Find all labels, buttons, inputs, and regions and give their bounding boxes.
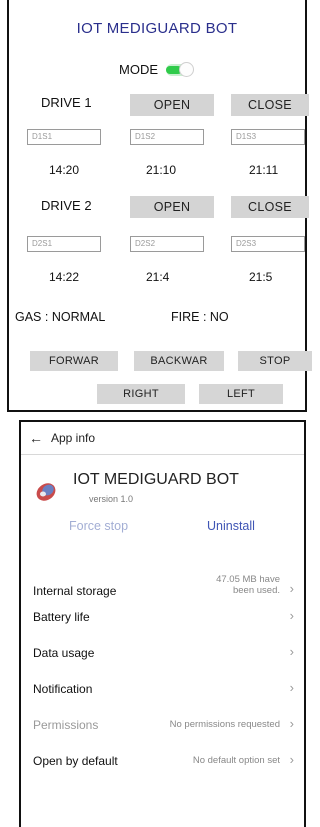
setting-row-notification[interactable]: Notification ›: [21, 676, 304, 702]
chevron-right-icon: ›: [289, 581, 294, 596]
d2s2-time: 21:4: [146, 270, 170, 284]
setting-row-open-by-default[interactable]: Open by default No default option set ›: [21, 748, 304, 774]
app-name: IOT MEDIGUARD BOT: [73, 471, 239, 488]
setting-row-data-usage[interactable]: Data usage ›: [21, 640, 304, 666]
right-button[interactable]: RIGHT: [97, 384, 185, 404]
app-info-title: App info: [51, 431, 96, 445]
fire-status: FIRE : NO: [171, 310, 229, 324]
app-title: IOT MEDIGUARD BOT: [76, 20, 238, 37]
mode-toggle[interactable]: [166, 61, 194, 77]
d1s2-time: 21:10: [146, 163, 177, 177]
chevron-right-icon: ›: [289, 716, 294, 731]
gas-status: GAS : NORMAL: [15, 310, 106, 324]
setting-label: Permissions: [33, 718, 99, 732]
left-button[interactable]: LEFT: [199, 384, 283, 404]
app-info-header: ← App info: [21, 422, 304, 455]
stop-button[interactable]: STOP: [238, 351, 312, 371]
backward-button[interactable]: BACKWAR: [134, 351, 224, 371]
drive1-close-button[interactable]: CLOSE: [231, 94, 309, 116]
setting-label: Battery life: [33, 610, 90, 624]
toggle-knob: [179, 61, 194, 77]
d1s3-time: 21:11: [249, 163, 279, 177]
d1s3-input[interactable]: D1S3: [231, 129, 305, 145]
app-info-screen: ← App info IOT MEDIGUARD BOT version 1.0…: [19, 420, 306, 827]
iot-control-panel: IOT MEDIGUARD BOT MODE DRIVE 1 OPEN CLOS…: [7, 0, 312, 412]
setting-row-battery-life[interactable]: Battery life ›: [21, 604, 304, 630]
setting-label: Data usage: [33, 646, 95, 660]
app-version: version 1.0: [89, 494, 134, 504]
setting-row-permissions[interactable]: Permissions No permissions requested ›: [21, 712, 304, 738]
mode-label: MODE: [119, 62, 158, 77]
app-icon: [36, 483, 56, 501]
setting-value: No default option set: [192, 755, 280, 766]
drive2-close-button[interactable]: CLOSE: [231, 196, 309, 218]
d2s2-input[interactable]: D2S2: [130, 236, 204, 252]
chevron-right-icon: ›: [289, 608, 294, 623]
d1s1-time: 14:20: [49, 163, 80, 177]
drive2-label: DRIVE 2: [41, 198, 92, 213]
drive1-open-button[interactable]: OPEN: [130, 94, 214, 116]
setting-row-internal-storage[interactable]: Internal storage 47.05 MB have been used…: [21, 572, 304, 598]
d2s3-time: 21:5: [249, 270, 273, 284]
d2s3-input[interactable]: D2S3: [231, 236, 305, 252]
setting-label: Internal storage: [33, 584, 117, 598]
uninstall-button[interactable]: Uninstall: [207, 519, 255, 533]
d1s1-input[interactable]: D1S1: [27, 129, 101, 145]
setting-value: No permissions requested: [169, 719, 280, 730]
mode-row: MODE: [119, 61, 194, 77]
d2s1-time: 14:22: [49, 270, 80, 284]
arrow-left-icon[interactable]: ←: [29, 430, 45, 446]
setting-label: Open by default: [33, 754, 118, 768]
setting-label: Notification: [33, 682, 93, 696]
d1s2-input[interactable]: D1S2: [130, 129, 204, 145]
forward-button[interactable]: FORWAR: [30, 351, 118, 371]
force-stop-button[interactable]: Force stop: [69, 519, 128, 533]
chevron-right-icon: ›: [289, 680, 294, 695]
setting-value: 47.05 MB have been used.: [216, 574, 280, 596]
chevron-right-icon: ›: [289, 752, 294, 767]
d2s1-input[interactable]: D2S1: [27, 236, 101, 252]
drive1-label: DRIVE 1: [41, 95, 92, 110]
drive2-open-button[interactable]: OPEN: [130, 196, 214, 218]
chevron-right-icon: ›: [289, 644, 294, 659]
